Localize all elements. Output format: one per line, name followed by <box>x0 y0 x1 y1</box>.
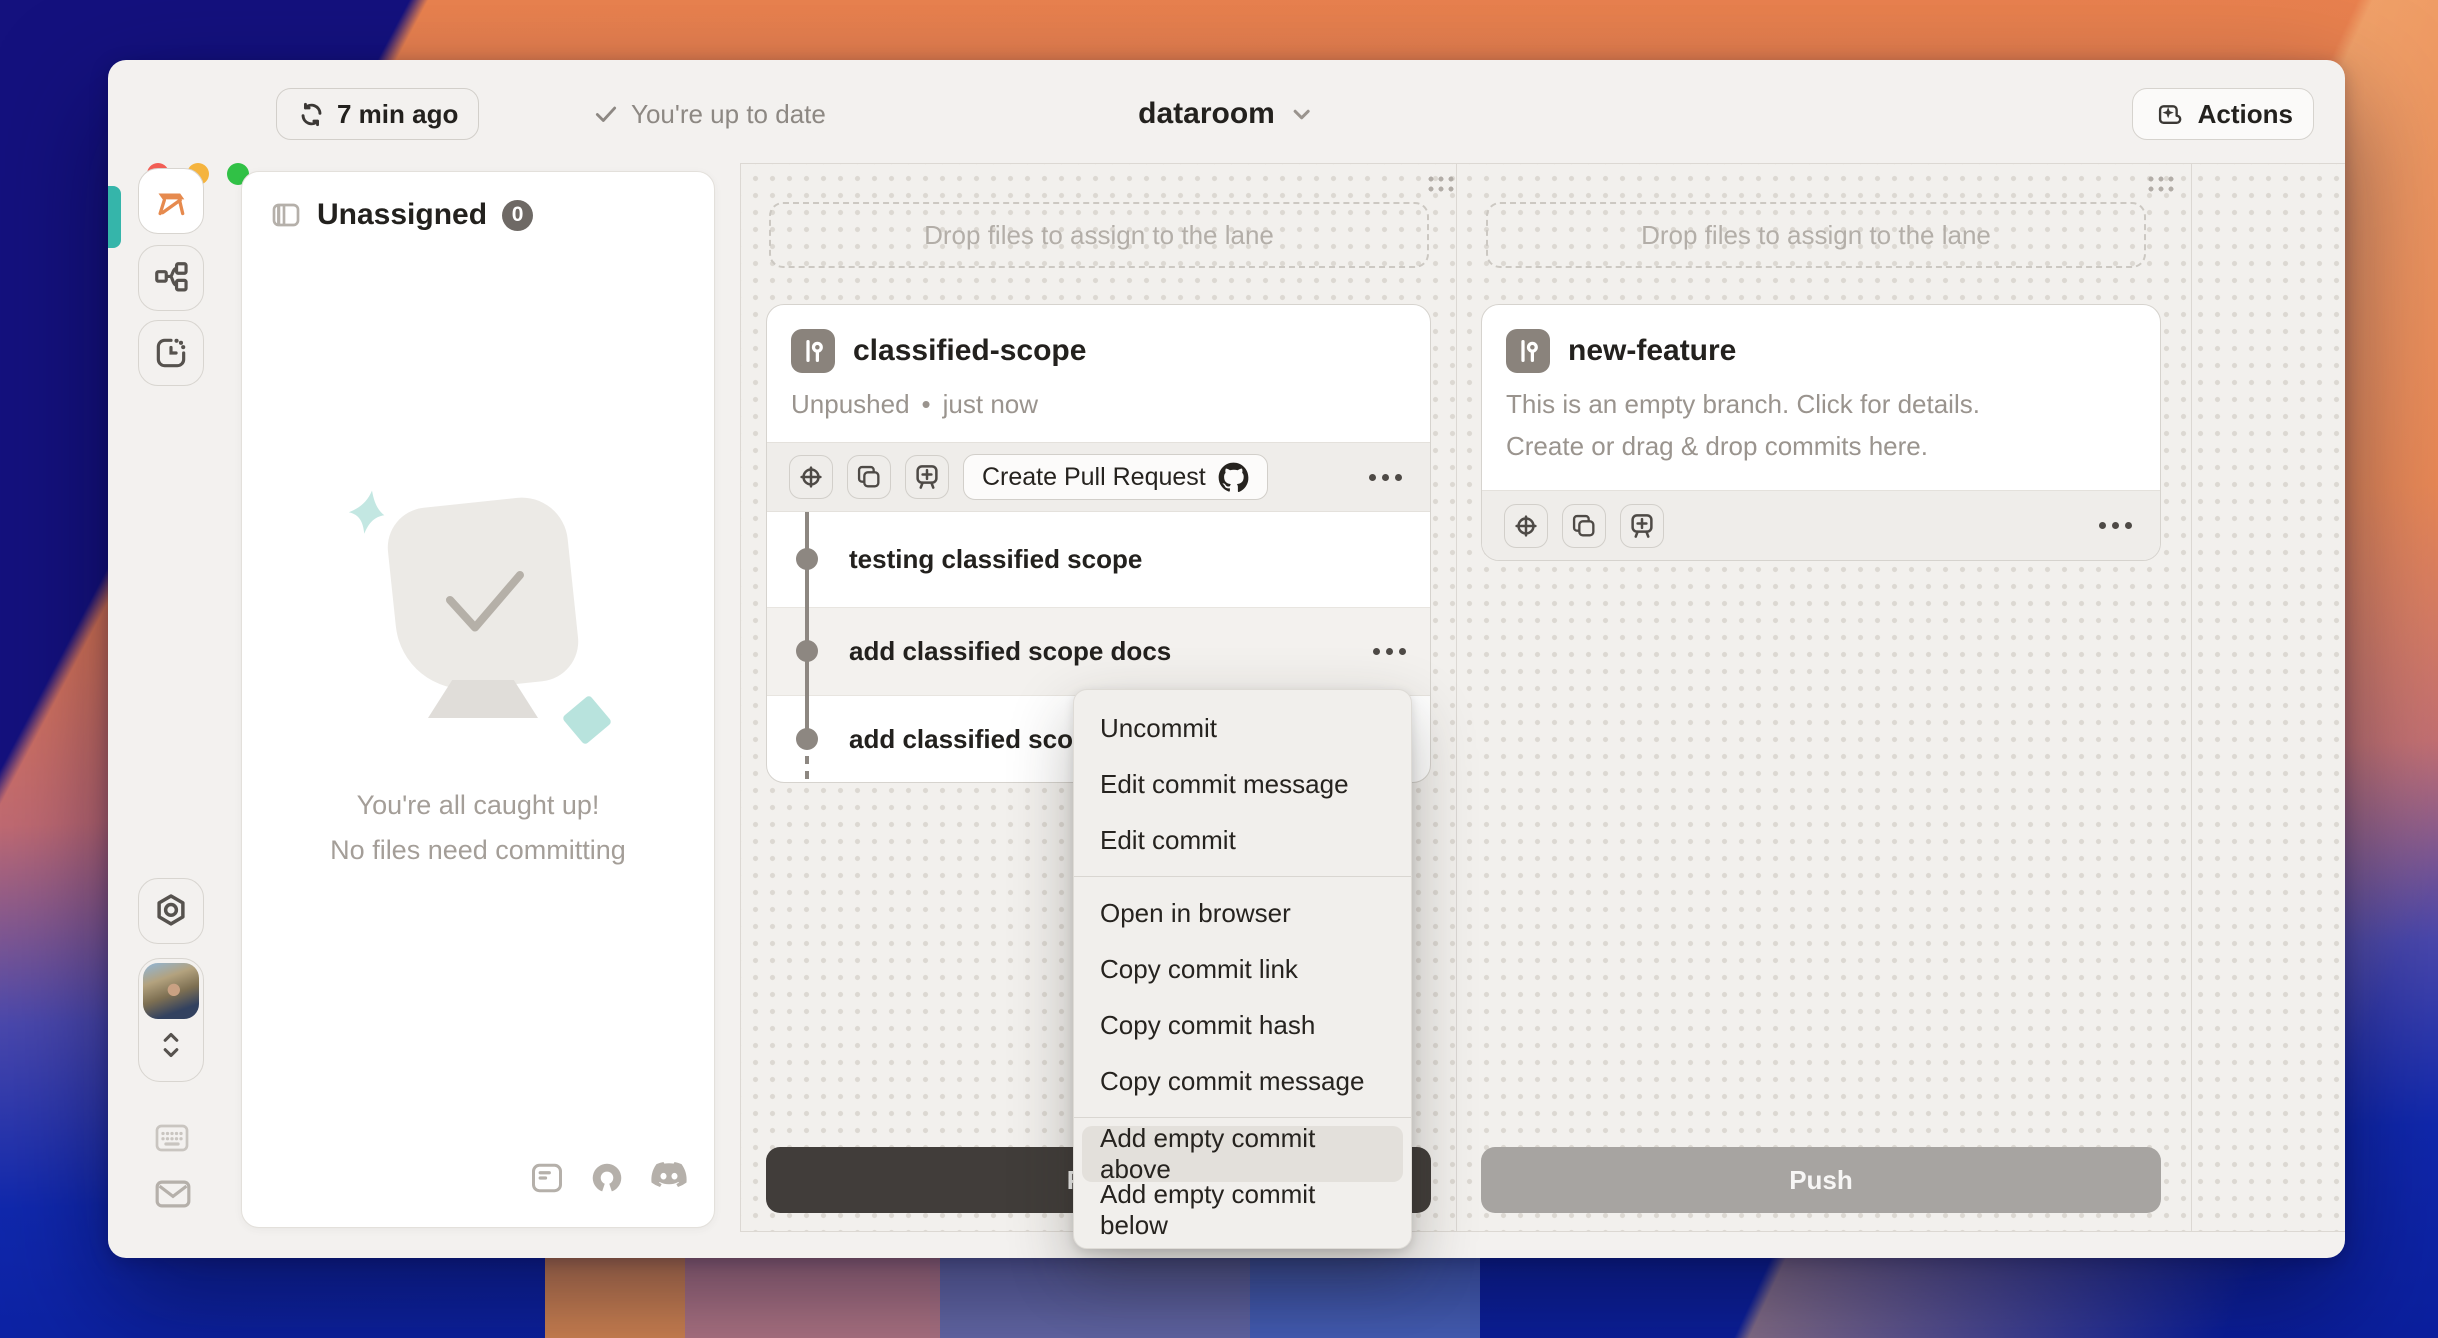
chevron-up-down-icon <box>157 1027 185 1063</box>
push-label: Push <box>1789 1164 1853 1195</box>
open-source-icon[interactable] <box>589 1160 625 1196</box>
commit-kebab-menu[interactable] <box>1367 642 1412 661</box>
branch-graph-icon <box>152 259 190 297</box>
lane-drag-handle[interactable] <box>1424 172 1454 193</box>
menu-item-uncommit[interactable]: Uncommit <box>1074 700 1411 756</box>
split-panel-icon <box>270 199 302 231</box>
empty-title: You're all caught up! <box>356 790 600 820</box>
empty-branch-line2: Create or drag & drop commits here. <box>1506 431 1928 461</box>
new-dependent-branch-button[interactable] <box>1620 503 1664 548</box>
active-tab-indicator <box>108 186 121 248</box>
menu-item-add-empty-commit-above[interactable]: Add empty commit above <box>1082 1123 1403 1184</box>
desktop-wallpaper: 7 min ago You're up to date dataroom Act… <box>0 0 2438 1338</box>
commit-time: just now <box>942 389 1039 419</box>
fetch-time-label: 7 min ago <box>337 98 459 129</box>
discord-icon[interactable] <box>649 1160 689 1196</box>
commit-message: add classified sco <box>849 723 1073 754</box>
meta-separator: • <box>921 389 931 419</box>
drop-zone-hint: Drop files to assign to the lane <box>1641 219 1991 250</box>
branch-kebab-menu[interactable] <box>1363 468 1408 487</box>
copy-branch-button[interactable] <box>847 455 891 499</box>
commit-target-button[interactable] <box>789 455 833 499</box>
lane2-drop-zone[interactable]: Drop files to assign to the lane <box>1486 202 2146 268</box>
new-dependent-branch-button[interactable] <box>905 455 949 499</box>
menu-item-edit-commit-message[interactable]: Edit commit message <box>1074 756 1411 812</box>
big-check-icon <box>425 550 545 660</box>
history-clock-icon <box>152 334 190 372</box>
fetch-sync-button[interactable]: 7 min ago <box>276 88 480 140</box>
menu-item-copy-commit-hash[interactable]: Copy commit hash <box>1074 997 1411 1053</box>
push-status: Unpushed <box>791 389 910 419</box>
menu-divider <box>1074 1117 1411 1118</box>
commit-target-button[interactable] <box>1504 503 1548 548</box>
empty-state: You're all caught up! No files need comm… <box>242 490 714 866</box>
push-button-new-feature[interactable]: Push <box>1481 1147 2161 1213</box>
commit-row[interactable]: add classified scope docs <box>767 607 1430 695</box>
pr-button-label: Create Pull Request <box>982 462 1206 491</box>
empty-subtitle: No files need committing <box>330 835 626 865</box>
lane-drag-handle[interactable] <box>2144 172 2174 193</box>
sidebar-tab-workspace[interactable] <box>138 168 204 234</box>
sidebar-tab-history[interactable] <box>138 320 204 386</box>
lane1-drop-zone[interactable]: Drop files to assign to the lane <box>769 202 1429 268</box>
check-icon <box>593 101 619 127</box>
commit-message: add classified scope docs <box>849 636 1172 666</box>
unassigned-title: Unassigned <box>317 198 488 231</box>
copy-branch-button[interactable] <box>1562 503 1606 548</box>
project-name: dataroom <box>1138 97 1275 130</box>
empty-branch-line1: This is an empty branch. Click for detai… <box>1506 389 1980 419</box>
menu-item-copy-commit-message[interactable]: Copy commit message <box>1074 1053 1411 1109</box>
changelog-icon[interactable] <box>529 1160 565 1196</box>
sync-icon <box>297 100 326 129</box>
unassigned-count-badge: 0 <box>502 199 534 231</box>
branch-icon <box>791 329 835 373</box>
sidebar-tab-branches[interactable] <box>138 245 204 311</box>
project-switcher[interactable]: dataroom <box>1138 88 1315 140</box>
commit-row[interactable]: testing classified scope <box>767 512 1430 607</box>
menu-item-add-empty-commit-below[interactable]: Add empty commit below <box>1074 1179 1411 1240</box>
branch-card-new-feature[interactable]: new-feature This is an empty branch. Cli… <box>1481 304 2161 561</box>
create-pull-request-button[interactable]: Create Pull Request <box>963 454 1268 500</box>
menu-item-edit-commit[interactable]: Edit commit <box>1074 812 1411 868</box>
commit-dot <box>796 548 818 570</box>
actions-button[interactable]: Actions <box>2131 88 2314 140</box>
lanes-canvas: Drop files to assign to the lane classif… <box>740 163 2345 1232</box>
settings-button[interactable] <box>138 878 204 944</box>
chevron-down-icon <box>1289 101 1315 127</box>
lane-divider <box>2191 164 2192 1231</box>
actions-label: Actions <box>2197 98 2293 129</box>
user-account-switcher[interactable] <box>138 958 204 1082</box>
ai-actions-icon <box>2153 98 2186 131</box>
up-to-date-label: You're up to date <box>631 98 826 129</box>
diamond-icon <box>561 694 613 746</box>
commit-rail <box>805 512 809 739</box>
butler-table-icon <box>151 181 191 221</box>
branch-name: classified-scope <box>853 334 1087 367</box>
commit-message: testing classified scope <box>849 544 1143 574</box>
keyboard-shortcuts-icon[interactable] <box>154 1123 190 1153</box>
branch-name: new-feature <box>1568 334 1737 367</box>
branch-kebab-menu[interactable] <box>2093 516 2138 535</box>
drop-zone-hint: Drop files to assign to the lane <box>924 219 1274 250</box>
unassigned-panel: Unassigned 0 You're all caught up! No fi <box>241 171 715 1228</box>
up-to-date-status: You're up to date <box>593 88 826 140</box>
commit-dot <box>796 640 818 662</box>
gear-icon <box>152 892 190 930</box>
github-icon <box>1218 462 1249 493</box>
commit-context-menu: Uncommit Edit commit message Edit commit… <box>1073 689 1412 1249</box>
commit-dot <box>796 728 818 750</box>
avatar <box>143 963 199 1019</box>
feedback-mail-icon[interactable] <box>154 1178 192 1210</box>
menu-item-copy-commit-link[interactable]: Copy commit link <box>1074 941 1411 997</box>
menu-divider <box>1074 876 1411 877</box>
menu-item-open-in-browser[interactable]: Open in browser <box>1074 885 1411 941</box>
branch-icon <box>1506 329 1550 373</box>
lane-divider <box>1456 164 1457 1231</box>
